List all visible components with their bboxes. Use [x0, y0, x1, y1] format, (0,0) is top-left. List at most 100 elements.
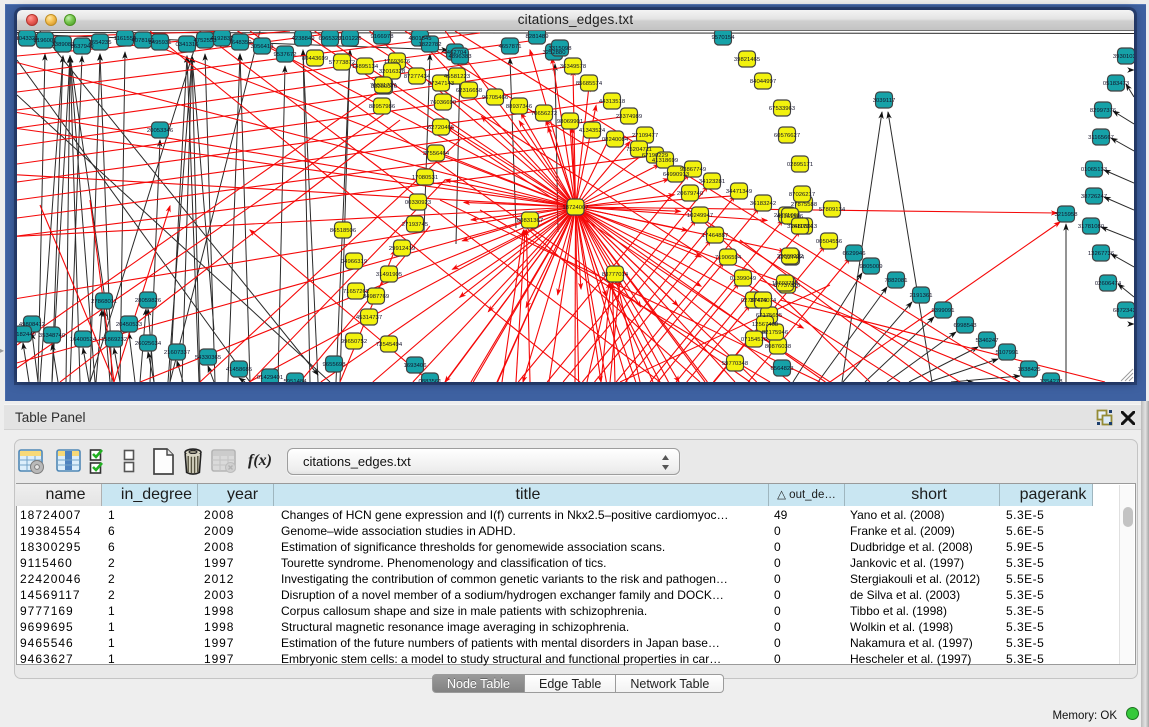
svg-text:88957986: 88957986	[369, 104, 396, 110]
svg-text:3315098: 3315098	[549, 46, 573, 52]
svg-text:7882081: 7882081	[885, 278, 908, 284]
svg-text:68723430: 68723430	[1113, 308, 1134, 314]
svg-text:04966319: 04966319	[341, 259, 367, 265]
svg-text:1838425: 1838425	[1018, 367, 1042, 373]
svg-text:9805009: 9805009	[860, 264, 883, 270]
svg-text:9166978: 9166978	[371, 34, 395, 40]
svg-text:4238849: 4238849	[292, 36, 315, 42]
svg-text:27193745: 27193745	[402, 222, 429, 228]
svg-text:9399091: 9399091	[932, 308, 955, 314]
svg-text:57809134: 57809134	[819, 207, 846, 213]
svg-text:80831367: 80831367	[517, 218, 543, 224]
svg-text:00504556: 00504556	[816, 239, 843, 245]
svg-text:1354278: 1354278	[1040, 379, 1064, 382]
svg-text:35348740: 35348740	[39, 333, 66, 339]
svg-text:29912419: 29912419	[389, 246, 415, 252]
svg-text:37556464: 37556464	[423, 151, 450, 157]
svg-text:84044997: 84044997	[750, 79, 776, 85]
svg-text:20450533: 20450533	[116, 322, 143, 328]
svg-text:23869222: 23869222	[777, 254, 803, 260]
svg-text:39301031: 39301031	[1113, 54, 1134, 60]
svg-text:4657871: 4657871	[499, 44, 522, 50]
svg-text:98069901: 98069901	[557, 119, 583, 125]
svg-text:31165667: 31165667	[1088, 135, 1114, 141]
svg-text:01065133: 01065133	[1081, 167, 1108, 173]
svg-text:44313518: 44313518	[599, 99, 626, 105]
svg-text:70656272: 70656272	[531, 111, 557, 117]
svg-text:13267736: 13267736	[1088, 251, 1115, 257]
svg-text:2191361: 2191361	[910, 293, 933, 299]
svg-text:7101226: 7101226	[339, 36, 363, 42]
svg-text:84987769: 84987769	[363, 294, 389, 300]
svg-text:31491905: 31491905	[376, 272, 403, 278]
svg-text:45581223: 45581223	[444, 74, 471, 80]
svg-text:41318699: 41318699	[652, 158, 678, 164]
svg-text:73545494: 73545494	[376, 342, 403, 348]
svg-text:21607337: 21607337	[164, 350, 190, 356]
svg-text:83777014: 83777014	[602, 272, 629, 278]
svg-text:32016328: 32016328	[379, 69, 406, 75]
svg-text:37474074: 37474074	[750, 298, 777, 304]
svg-text:54330365: 54330365	[195, 355, 222, 361]
svg-text:71906594: 71906594	[715, 255, 742, 261]
svg-text:34123281: 34123281	[699, 179, 725, 185]
svg-text:16400524: 16400524	[70, 337, 97, 343]
svg-text:10249947: 10249947	[687, 213, 713, 219]
svg-text:39821465: 39821465	[734, 57, 761, 63]
svg-text:85685574: 85685574	[576, 81, 603, 87]
svg-text:00330923: 00330923	[405, 200, 432, 206]
svg-text:9570154: 9570154	[712, 35, 736, 41]
svg-text:26025634: 26025634	[135, 341, 162, 347]
svg-text:82175946: 82175946	[762, 330, 789, 336]
svg-text:3039117: 3039117	[873, 98, 896, 104]
svg-text:87347143: 87347143	[428, 81, 455, 87]
svg-text:4896383: 4896383	[449, 54, 473, 60]
svg-text:36349578: 36349578	[560, 64, 587, 70]
svg-text:17464887: 17464887	[702, 233, 728, 239]
svg-text:67175655: 67175655	[756, 313, 783, 319]
svg-text:19693792: 19693792	[772, 281, 798, 287]
svg-text:07154516: 07154516	[741, 337, 768, 343]
svg-text:49808412: 49808412	[19, 322, 45, 328]
svg-text:88937346: 88937346	[506, 104, 533, 110]
svg-text:20679740: 20679740	[677, 191, 704, 197]
svg-text:6564823: 6564823	[771, 366, 795, 372]
svg-text:6629946: 6629946	[843, 251, 867, 257]
svg-text:15869232: 15869232	[101, 337, 127, 343]
svg-text:31781080: 31781080	[1078, 224, 1105, 230]
svg-text:67533963: 67533963	[769, 106, 796, 112]
svg-text:5107991: 5107991	[996, 350, 1019, 356]
svg-text:12567468: 12567468	[752, 322, 779, 328]
svg-text:87026217: 87026217	[789, 192, 815, 198]
svg-text:1693406: 1693406	[404, 363, 428, 369]
svg-text:76036690: 76036690	[430, 100, 457, 106]
svg-text:64990913: 64990913	[663, 172, 690, 178]
svg-text:80876038: 80876038	[765, 344, 792, 350]
svg-text:3215958: 3215958	[1055, 212, 1079, 218]
svg-text:01399049: 01399049	[730, 276, 756, 282]
svg-text:96705466: 96705466	[482, 95, 509, 101]
svg-text:80443699: 80443699	[302, 56, 328, 62]
svg-text:27109477: 27109477	[632, 133, 658, 139]
svg-text:36183242: 36183242	[750, 201, 776, 207]
svg-text:9537672: 9537672	[274, 52, 297, 58]
svg-text:31611724: 31611724	[787, 224, 813, 230]
svg-text:62720465: 62720465	[428, 125, 455, 131]
svg-text:41458685: 41458685	[226, 367, 253, 373]
svg-text:23374989: 23374989	[616, 114, 642, 120]
svg-text:6998543: 6998543	[954, 323, 978, 329]
svg-text:7648350: 7648350	[229, 40, 253, 46]
svg-text:41182449: 41182449	[17, 332, 36, 338]
svg-text:27868011: 27868011	[91, 299, 117, 305]
svg-text:59770348: 59770348	[722, 361, 749, 367]
svg-text:27875588: 27875588	[791, 202, 818, 208]
svg-text:5951484: 5951484	[284, 379, 308, 382]
svg-text:1822782: 1822782	[419, 42, 442, 48]
svg-text:8495931: 8495931	[149, 40, 172, 46]
svg-text:18724007: 18724007	[562, 205, 588, 211]
svg-text:02895171: 02895171	[787, 162, 813, 168]
svg-text:62316658: 62316658	[456, 88, 483, 94]
svg-text:86518506: 86518506	[330, 228, 357, 234]
svg-text:87277434: 87277434	[404, 74, 431, 80]
svg-text:01429401: 01429401	[257, 375, 283, 381]
